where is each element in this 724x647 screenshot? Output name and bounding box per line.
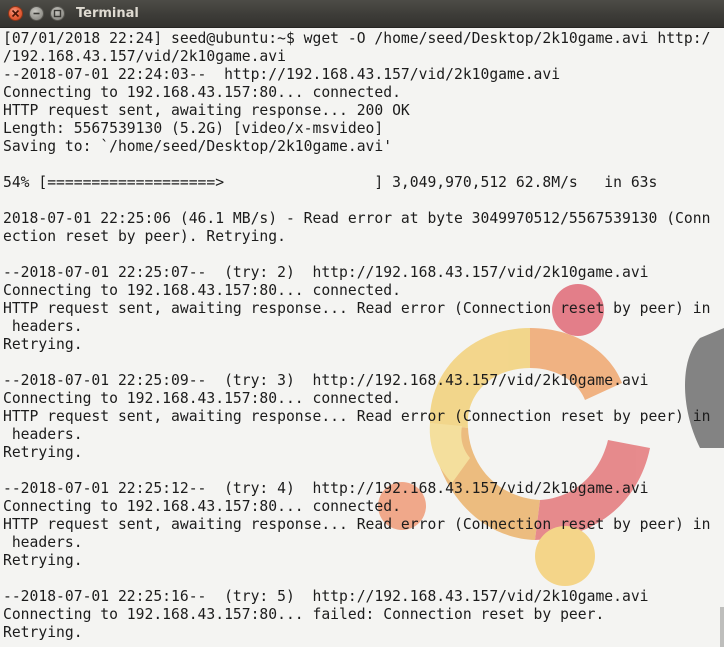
terminal-line: Connecting to 192.168.43.157:80... conne… [3, 498, 401, 515]
terminal-line: Retrying. [3, 336, 83, 353]
terminal-line: --2018-07-01 22:25:09-- (try: 3) http://… [3, 372, 649, 389]
terminal-line: Retrying. [3, 624, 83, 641]
scrollbar-thumb[interactable] [720, 607, 724, 647]
terminal-line: --2018-07-01 22:25:12-- (try: 4) http://… [3, 480, 649, 497]
terminal-line: Connecting to 192.168.43.157:80... conne… [3, 282, 401, 299]
terminal-output[interactable]: [07/01/2018 22:24] seed@ubuntu:~$ wget -… [3, 30, 724, 642]
terminal-line: ection reset by peer). Retrying. [3, 228, 286, 245]
terminal-line: HTTP request sent, awaiting response... … [3, 102, 410, 119]
terminal-line: HTTP request sent, awaiting response... … [3, 300, 711, 317]
terminal-line: [07/01/2018 22:24] seed@ubuntu:~$ wget -… [3, 30, 711, 47]
terminal-line: Retrying. [3, 444, 83, 461]
terminal-line: headers. [3, 426, 83, 443]
terminal-line: Connecting to 192.168.43.157:80... conne… [3, 390, 401, 407]
terminal-line: /192.168.43.157/vid/2k10game.avi [3, 48, 286, 65]
terminal-line: headers. [3, 534, 83, 551]
terminal-line: HTTP request sent, awaiting response... … [3, 408, 711, 425]
terminal-line: headers. [3, 318, 83, 335]
terminal-line: Connecting to 192.168.43.157:80... faile… [3, 606, 605, 623]
close-icon [11, 9, 20, 18]
maximize-button[interactable] [50, 6, 65, 21]
progress-line: 54% [===================> ] 3,049,970,51… [3, 174, 658, 191]
terminal-line: Connecting to 192.168.43.157:80... conne… [3, 84, 401, 101]
window-title: Terminal [76, 6, 139, 21]
minimize-button[interactable] [29, 6, 44, 21]
title-bar[interactable]: Terminal [0, 0, 724, 28]
terminal-line: Retrying. [3, 552, 83, 569]
terminal-line: --2018-07-01 22:25:16-- (try: 5) http://… [3, 588, 649, 605]
terminal-line: --2018-07-01 22:24:03-- http://192.168.4… [3, 66, 561, 83]
maximize-icon [53, 9, 62, 18]
terminal-line: --2018-07-01 22:25:07-- (try: 2) http://… [3, 264, 649, 281]
terminal-area[interactable]: [07/01/2018 22:24] seed@ubuntu:~$ wget -… [0, 28, 724, 647]
close-button[interactable] [8, 6, 23, 21]
terminal-line: 2018-07-01 22:25:06 (46.1 MB/s) - Read e… [3, 210, 711, 227]
scrollbar[interactable] [720, 28, 724, 647]
terminal-line: Length: 5567539130 (5.2G) [video/x-msvid… [3, 120, 384, 137]
terminal-line: Saving to: `/home/seed/Desktop/2k10game.… [3, 138, 393, 155]
terminal-window: Terminal [07/01/2018 22:24] seed@ubuntu:… [0, 0, 724, 647]
minimize-icon [33, 12, 40, 15]
terminal-line: HTTP request sent, awaiting response... … [3, 516, 711, 533]
